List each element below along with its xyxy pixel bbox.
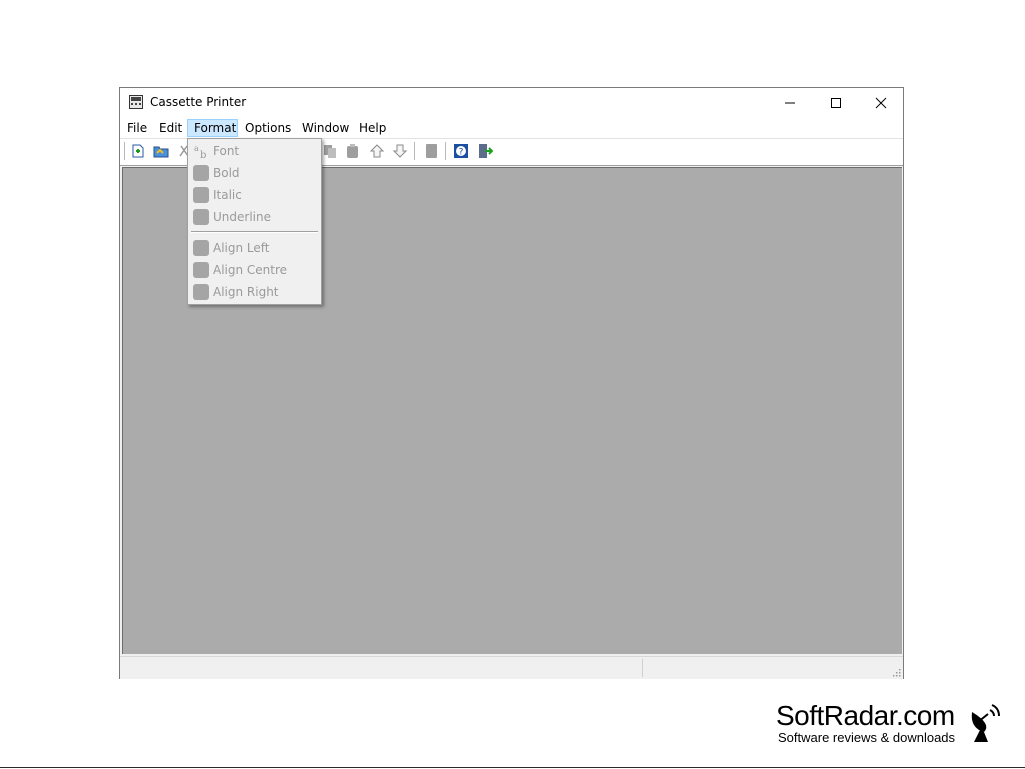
- resize-grip-icon[interactable]: [891, 667, 901, 677]
- menu-file[interactable]: File: [121, 119, 153, 137]
- exit-icon: [479, 144, 493, 158]
- title-bar[interactable]: Cassette Printer: [120, 88, 903, 117]
- menu-item-italic[interactable]: Italic: [188, 184, 321, 206]
- satellite-dish-icon: [971, 704, 1000, 742]
- svg-text:b: b: [200, 150, 206, 159]
- move-up-icon: [369, 144, 385, 158]
- move-down-button[interactable]: [391, 142, 409, 160]
- menu-item-label: Bold: [213, 166, 240, 180]
- menu-item-label: Align Left: [213, 241, 270, 255]
- menu-help[interactable]: Help: [353, 119, 392, 137]
- copy-button[interactable]: [321, 142, 339, 160]
- cassette-printer-app-icon: [129, 95, 143, 109]
- window-title: Cassette Printer: [150, 95, 247, 109]
- minimize-button[interactable]: [767, 88, 813, 117]
- help-button[interactable]: ?: [452, 142, 470, 160]
- page-bottom-rule: [0, 767, 1025, 768]
- svg-text:?: ?: [459, 148, 464, 158]
- close-icon: [875, 97, 887, 108]
- align-right-icon: [193, 284, 209, 300]
- menu-item-label: Font: [213, 144, 240, 158]
- format-dropdown-menu: a b Font Bold Italic Underline Align Lef…: [187, 138, 322, 305]
- svg-text:a: a: [194, 144, 199, 153]
- move-up-button[interactable]: [368, 142, 386, 160]
- menu-window[interactable]: Window: [296, 119, 355, 137]
- page-icon: [426, 144, 437, 158]
- new-document-button[interactable]: [129, 142, 147, 160]
- menu-item-align-left[interactable]: Align Left: [188, 237, 321, 259]
- bold-icon: [193, 165, 209, 181]
- help-icon: ?: [454, 144, 468, 158]
- toolbar-separator: [414, 142, 415, 160]
- menu-item-align-right[interactable]: Align Right: [188, 281, 321, 303]
- maximize-icon: [831, 97, 841, 108]
- menu-item-label: Underline: [213, 210, 271, 224]
- status-bar: [120, 656, 903, 679]
- toolbar-separator: [445, 142, 446, 160]
- underline-icon: [193, 209, 209, 225]
- paste-icon: [347, 144, 358, 158]
- softradar-watermark: SoftRadar.com Software reviews & downloa…: [776, 700, 1006, 750]
- align-left-icon: [193, 240, 209, 256]
- menu-options[interactable]: Options: [239, 119, 297, 137]
- align-centre-icon: [193, 262, 209, 278]
- menu-format[interactable]: Format: [187, 119, 238, 137]
- menu-item-label: Align Right: [213, 285, 279, 299]
- new-document-icon: [132, 144, 144, 158]
- menu-item-label: Italic: [213, 188, 242, 202]
- open-folder-button[interactable]: [152, 142, 170, 160]
- watermark-tagline: Software reviews & downloads: [778, 730, 956, 745]
- maximize-button[interactable]: [813, 88, 859, 117]
- menu-bar: File Edit Format Options Window Help: [120, 117, 903, 139]
- close-button[interactable]: [858, 88, 904, 117]
- minimize-icon: [785, 102, 795, 103]
- move-down-icon: [392, 144, 408, 158]
- italic-icon: [193, 187, 209, 203]
- font-icon: a b: [194, 144, 206, 159]
- exit-button[interactable]: [476, 142, 494, 160]
- menu-item-font[interactable]: a b Font: [188, 140, 321, 162]
- toolbar-separator: [124, 142, 125, 160]
- open-folder-icon: [153, 146, 169, 158]
- menu-separator: [191, 231, 318, 233]
- menu-item-align-centre[interactable]: Align Centre: [188, 259, 321, 281]
- menu-item-bold[interactable]: Bold: [188, 162, 321, 184]
- menu-edit[interactable]: Edit: [153, 119, 188, 137]
- watermark-name: SoftRadar.com: [776, 700, 955, 731]
- page-button[interactable]: [422, 142, 440, 160]
- paste-button[interactable]: [344, 142, 362, 160]
- menu-item-label: Align Centre: [213, 263, 288, 277]
- menu-item-underline[interactable]: Underline: [188, 206, 321, 228]
- status-pane: [642, 659, 643, 677]
- copy-icon: [324, 145, 336, 158]
